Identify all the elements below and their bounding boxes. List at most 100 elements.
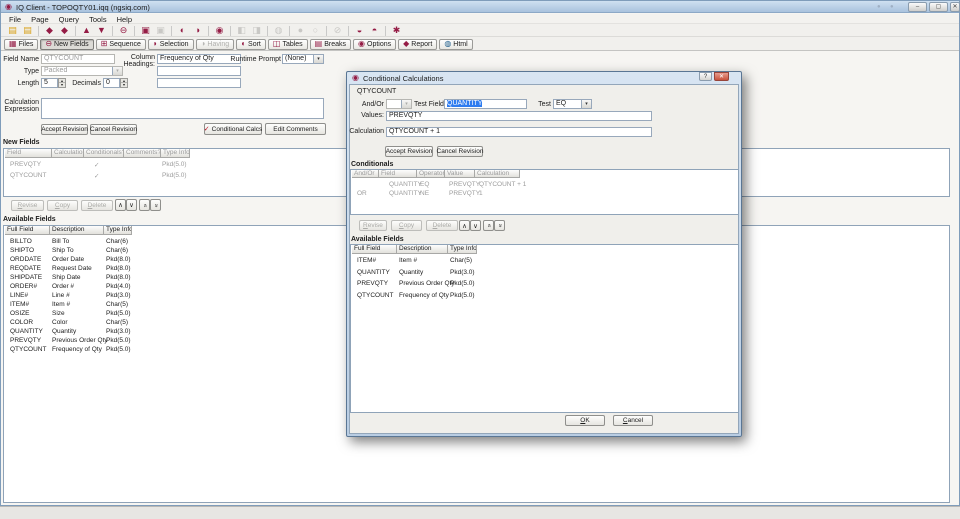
move-down-button[interactable]: ∨: [470, 220, 481, 231]
test-field-label: Test Field: [414, 101, 442, 108]
cancel-button[interactable]: Cancel: [613, 415, 653, 426]
move-bottom-button[interactable]: »: [150, 199, 161, 211]
maximize-button[interactable]: ▢: [929, 2, 948, 12]
sequence-button[interactable]: ⊞Sequence: [96, 39, 146, 50]
monitor-icon[interactable]: ▣: [138, 25, 153, 36]
list-cell: REQDATE: [10, 265, 41, 272]
chevron-down-icon[interactable]: ▾: [581, 100, 591, 108]
html-button[interactable]: ◍Html: [439, 39, 472, 50]
list-cell: Pkd(5.0): [450, 280, 475, 287]
column-header-full-field[interactable]: Full Field: [352, 245, 397, 254]
desktop-strip: [0, 506, 960, 519]
test-field-input[interactable]: QUANTITY: [444, 99, 527, 109]
move-down-button[interactable]: ∨: [126, 199, 137, 211]
half-right-icon[interactable]: ◑: [190, 25, 205, 36]
new-fields-button[interactable]: ⊖New Fields: [40, 39, 93, 50]
options-button[interactable]: ◉Options: [353, 39, 396, 50]
diamond-right-icon[interactable]: ◆: [57, 25, 72, 36]
column-header-description[interactable]: Description: [397, 245, 448, 254]
column-header-and-or: And/Or: [352, 170, 379, 178]
list-cell: QUANTITY: [389, 190, 422, 197]
column-heading-2-input[interactable]: [157, 66, 241, 76]
length-input[interactable]: 5: [41, 78, 58, 88]
runtime-prompt-select[interactable]: (None) ▾: [282, 54, 324, 64]
delete-button[interactable]: Delete: [81, 200, 113, 211]
cancel-revision-button[interactable]: Cancel Revision: [90, 124, 137, 135]
minimize-button[interactable]: –: [908, 2, 927, 12]
move-up-button[interactable]: ∧: [115, 199, 126, 211]
close-icon[interactable]: ✕: [714, 72, 729, 81]
column-heading-3-input[interactable]: [157, 78, 241, 88]
values-input[interactable]: PREVQTY: [386, 111, 652, 121]
move-up-button[interactable]: ∧: [459, 220, 470, 231]
list-cell: PREVQTY: [10, 337, 41, 344]
half-left-icon[interactable]: ◐: [175, 25, 190, 36]
toolbar-separator: [38, 26, 39, 36]
list-row[interactable]: QUANTITYQuantityPkd(3.0): [351, 268, 738, 280]
column-header-full-field[interactable]: Full Field: [5, 226, 50, 235]
spinner-down-icon[interactable]: ▾: [121, 83, 127, 87]
remove-icon[interactable]: ⊖: [116, 25, 131, 36]
calculation-input[interactable]: QTYCOUNT + 1: [386, 127, 652, 137]
test-select[interactable]: EQ ▾: [553, 99, 592, 109]
move-top-button[interactable]: «: [483, 220, 494, 231]
list-row[interactable]: QTYCOUNTFrequency of QtyPkd(5.0): [351, 291, 738, 303]
delete-button[interactable]: Delete: [426, 220, 458, 231]
calc-expression-input[interactable]: [41, 98, 324, 119]
list-row[interactable]: PREVQTYPrevious Order QtyPkd(5.0): [351, 279, 738, 291]
field-name-label: Field Name: [1, 56, 39, 63]
decimals-input[interactable]: 0: [103, 78, 120, 88]
target-icon[interactable]: ◉: [212, 25, 227, 36]
menu-file[interactable]: File: [4, 14, 26, 24]
column-header-type-info[interactable]: Type Info: [448, 245, 477, 254]
sort-button[interactable]: ◐Sort: [236, 39, 266, 50]
copy-button[interactable]: Copy: [391, 220, 422, 231]
having-button: ◑Having: [196, 39, 235, 50]
open-file-icon[interactable]: ▤: [5, 25, 20, 36]
menu-query[interactable]: Query: [54, 14, 84, 24]
help-circle-icon[interactable]: ◓: [367, 25, 382, 36]
toolbar-button-label: Tables: [282, 41, 302, 48]
column-header-description[interactable]: Description: [50, 226, 104, 235]
diamond-left-icon[interactable]: ◆: [42, 25, 57, 36]
list-cell: Order #: [52, 283, 74, 290]
globe-icon[interactable]: ◒: [352, 25, 367, 36]
column-header-operator: Operator: [417, 170, 445, 178]
edit-comments-button[interactable]: Edit Comments: [265, 123, 326, 135]
up-arrow-icon[interactable]: ▲: [79, 25, 94, 36]
column-headings-label: Column Headings:: [119, 54, 155, 68]
conditional-calcs-label: Conditional Calcs: [212, 126, 263, 133]
revise-button[interactable]: Revise: [11, 200, 44, 211]
conditional-calcs-button[interactable]: ✓ Conditional Calcs: [204, 123, 262, 135]
move-top-button[interactable]: «: [139, 199, 150, 211]
menu-tools[interactable]: Tools: [84, 14, 112, 24]
dialog-field-name: QTYCOUNT: [357, 88, 396, 95]
menu-help[interactable]: Help: [112, 14, 137, 24]
close-button[interactable]: ✕: [950, 2, 960, 12]
help-button[interactable]: ?: [699, 72, 712, 81]
menu-page[interactable]: Page: [26, 14, 54, 24]
save-file-icon[interactable]: ▤: [20, 25, 35, 36]
copy-button[interactable]: Copy: [47, 200, 78, 211]
column-header-field: Field: [5, 149, 52, 158]
down-arrow-icon[interactable]: ▼: [94, 25, 109, 36]
revise-button[interactable]: Revise: [359, 220, 387, 231]
cancel-revision-button[interactable]: Cancel Revision: [437, 146, 483, 157]
star-icon[interactable]: ✱: [389, 25, 404, 36]
tables-button[interactable]: ◫Tables: [268, 39, 308, 50]
breaks-button[interactable]: ▤Breaks: [310, 39, 351, 50]
selection-button[interactable]: ◗Selection: [148, 39, 194, 50]
move-bottom-button[interactable]: »: [494, 220, 505, 231]
accept-revision-button[interactable]: Accept Revision: [41, 124, 88, 135]
files-button[interactable]: ▦Files: [4, 39, 38, 50]
report-button[interactable]: ◆Report: [398, 39, 437, 50]
chevron-down-icon[interactable]: ▾: [313, 55, 323, 63]
decimals-stepper[interactable]: ▴ ▾: [120, 78, 128, 88]
list-cell: Pkd(5.0): [106, 337, 131, 344]
list-row[interactable]: ITEM#Item #Char(5): [351, 256, 738, 268]
field-name-input[interactable]: QTYCOUNT: [41, 54, 115, 64]
ok-button[interactable]: OK: [565, 415, 605, 426]
toolbar-button-label: Options: [367, 41, 391, 48]
column-header-type-info[interactable]: Type Info: [104, 226, 132, 235]
accept-revision-button[interactable]: Accept Revision: [385, 146, 433, 157]
